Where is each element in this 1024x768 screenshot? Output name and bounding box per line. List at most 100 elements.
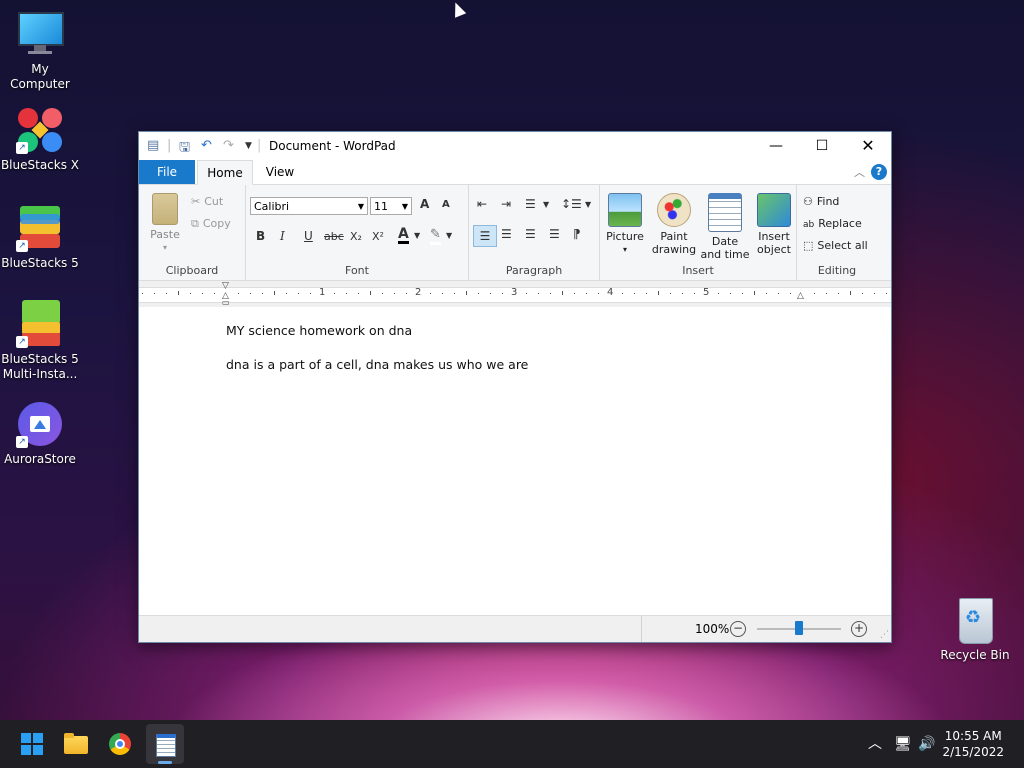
- strikethrough-button[interactable]: abc: [324, 230, 344, 243]
- ruler-tick: [166, 293, 167, 294]
- help-icon[interactable]: ?: [871, 164, 887, 180]
- ruler-tick: [454, 293, 455, 294]
- date-and-time-button[interactable]: Date and time: [700, 193, 750, 261]
- maximize-button[interactable]: ☐: [799, 132, 845, 160]
- cut-label: Cut: [204, 195, 224, 208]
- status-bar: 100% − + ⋰: [139, 615, 891, 642]
- ruler-tick: [874, 293, 875, 294]
- subscript-button[interactable]: X₂: [350, 230, 362, 243]
- customize-quick-access-icon[interactable]: ▼: [245, 141, 252, 151]
- first-line-indent-marker-icon[interactable]: ▽: [222, 281, 229, 291]
- superscript-button[interactable]: X²: [372, 230, 384, 243]
- close-button[interactable]: ✕: [845, 132, 891, 160]
- chevron-down-icon[interactable]: ▼: [414, 231, 420, 240]
- file-explorer-button[interactable]: [60, 728, 92, 760]
- bullet-list-icon[interactable]: ☰: [525, 197, 536, 211]
- paste-button[interactable]: Paste ▾: [145, 193, 185, 254]
- zoom-in-button[interactable]: +: [851, 621, 867, 637]
- paste-label: Paste: [150, 228, 180, 241]
- highlight-pen-icon[interactable]: ✎: [430, 227, 441, 245]
- collapse-ribbon-icon[interactable]: ︿: [854, 164, 865, 180]
- document-area[interactable]: MY science homework on dna dna is a part…: [139, 307, 891, 615]
- tab-file[interactable]: File: [139, 160, 195, 184]
- desktop-icon-aurorastore[interactable]: ↗ AuroraStore: [0, 400, 80, 467]
- replace-button[interactable]: ab Replace: [803, 217, 862, 230]
- document-line[interactable]: MY science homework on dna: [226, 323, 412, 338]
- start-button[interactable]: [16, 728, 48, 760]
- resize-grip-icon[interactable]: ⋰: [880, 630, 889, 640]
- recycle-bin-icon: ♻: [951, 596, 999, 644]
- wordpad-app-icon[interactable]: ▤: [147, 138, 159, 153]
- ribbon-tabs: File Home View ︿ ?: [139, 160, 891, 185]
- title-bar[interactable]: ▤ | 🖫 ↶ ↷ ▼ | Document - WordPad — ☐ ✕: [139, 132, 891, 160]
- clock-time: 10:55 AM: [944, 729, 1002, 743]
- desktop-icon-bluestacks-x[interactable]: ↗ BlueStacks X: [0, 106, 80, 173]
- desktop-icon-bluestacks-multi[interactable]: ↗ BlueStacks 5 Multi-Insta...: [0, 300, 80, 382]
- chevron-down-icon[interactable]: ▼: [446, 231, 452, 240]
- bluestacks-x-icon: ↗: [16, 106, 64, 154]
- date-and-time-label: Date and time: [700, 235, 750, 261]
- zoom-out-button[interactable]: −: [730, 621, 746, 637]
- wordpad-taskbar-button[interactable]: [146, 724, 184, 764]
- chevron-down-icon[interactable]: ▼: [543, 200, 549, 209]
- clock[interactable]: 10:55 AM 2/15/2022: [942, 728, 1004, 760]
- justify-icon[interactable]: ☰: [549, 227, 560, 241]
- document-line[interactable]: dna is a part of a cell, dna makes us wh…: [226, 357, 528, 372]
- select-all-button[interactable]: ⬚ Select all: [803, 239, 868, 252]
- picture-icon: [608, 193, 642, 227]
- ruler-tick: [286, 293, 287, 294]
- increase-indent-icon[interactable]: ⇥: [501, 197, 511, 211]
- find-button[interactable]: ⚇ Find: [803, 195, 839, 208]
- zoom-slider-thumb[interactable]: [795, 621, 803, 635]
- folder-icon: [64, 736, 88, 754]
- copy-button[interactable]: ⧉ Copy: [191, 217, 231, 231]
- paint-palette-icon: [657, 193, 691, 227]
- ruler-number: 1: [319, 287, 326, 298]
- wordpad-window: ▤ | 🖫 ↶ ↷ ▼ | Document - WordPad — ☐ ✕ F…: [138, 131, 892, 643]
- align-right-icon[interactable]: ☰: [525, 227, 536, 241]
- desktop-icon-my-computer[interactable]: My Computer: [0, 10, 80, 92]
- ruler-tick: [826, 293, 827, 294]
- left-indent-marker-icon[interactable]: ▭: [222, 298, 230, 307]
- font-size-select[interactable]: 11 ▼: [370, 197, 412, 215]
- decrease-indent-icon[interactable]: ⇤: [477, 197, 487, 211]
- redo-icon[interactable]: ↷: [223, 138, 234, 153]
- desktop-icon-recycle-bin[interactable]: ♻ Recycle Bin: [935, 596, 1015, 663]
- volume-icon[interactable]: 🔊: [918, 720, 935, 768]
- ruler-tick: [358, 293, 359, 294]
- ruler-number: 2: [415, 287, 422, 298]
- ruler-tick: [742, 293, 743, 294]
- align-center-icon[interactable]: ☰: [501, 227, 512, 241]
- bold-button[interactable]: B: [256, 229, 265, 243]
- tab-home[interactable]: Home: [197, 160, 253, 185]
- chrome-button[interactable]: [104, 728, 136, 760]
- show-hidden-icons-chevron-icon[interactable]: ︿: [868, 720, 882, 768]
- grow-font-button[interactable]: A: [420, 197, 429, 211]
- line-spacing-icon[interactable]: ↕☰: [561, 197, 582, 211]
- chevron-down-icon[interactable]: ▼: [585, 200, 591, 209]
- ruler[interactable]: 12345 ▽ △ ▭ △: [139, 281, 891, 308]
- calendar-clock-icon: [708, 193, 742, 232]
- paint-drawing-button[interactable]: Paint drawing: [650, 193, 698, 256]
- undo-icon[interactable]: ↶: [201, 138, 212, 153]
- network-icon[interactable]: 🖥: [894, 720, 912, 768]
- ruler-tick: [406, 293, 407, 294]
- paragraph-settings-icon[interactable]: ⁋: [573, 227, 581, 241]
- underline-button[interactable]: U: [304, 229, 313, 243]
- italic-button[interactable]: I: [280, 229, 285, 243]
- ruler-tick: [490, 293, 491, 294]
- separator: |: [167, 138, 172, 153]
- ruler-tick: [262, 293, 263, 294]
- align-left-icon[interactable]: ☰: [473, 225, 497, 247]
- picture-button[interactable]: Picture ▾: [604, 193, 646, 256]
- tab-view[interactable]: View: [255, 160, 305, 184]
- shrink-font-button[interactable]: A: [442, 199, 450, 210]
- save-icon[interactable]: 🖫: [179, 138, 190, 160]
- desktop-icon-bluestacks-5[interactable]: ↗ BlueStacks 5: [0, 204, 80, 271]
- right-indent-marker-icon[interactable]: △: [797, 291, 804, 301]
- font-color-button[interactable]: A: [398, 227, 409, 244]
- minimize-button[interactable]: —: [753, 132, 799, 160]
- insert-object-button[interactable]: Insert object: [752, 193, 796, 256]
- cut-button[interactable]: ✂ Cut: [191, 195, 223, 208]
- font-family-select[interactable]: Calibri ▼: [250, 197, 368, 215]
